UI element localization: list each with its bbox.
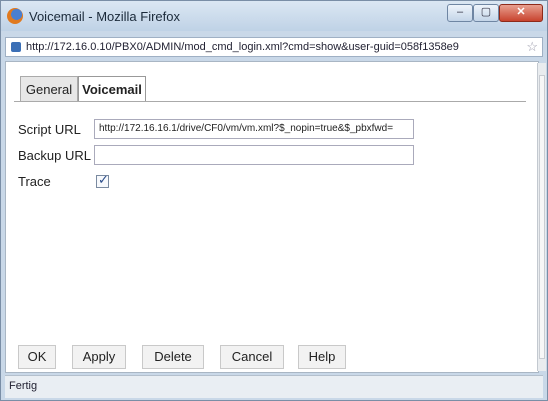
backup-url-label: Backup URL [18,148,91,163]
apply-button[interactable]: Apply [72,345,126,369]
ok-button[interactable]: OK [18,345,56,369]
checkmark-icon: ✓ [98,172,109,187]
cancel-button[interactable]: Cancel [220,345,284,369]
trace-label: Trace [18,174,51,189]
page-icon [11,42,21,52]
script-url-label: Script URL [18,122,81,137]
backup-url-field[interactable] [94,145,414,165]
delete-button[interactable]: Delete [142,345,204,369]
script-url-field[interactable]: http://172.16.16.1/drive/CF0/vm/vm.xml?$… [94,119,414,139]
firefox-window: Voicemail - Mozilla Firefox – ▢ ✕ http:/… [0,0,548,401]
star-icon[interactable]: ☆ [526,39,538,55]
trace-checkbox[interactable]: ✓ [96,172,109,188]
maximize-button[interactable]: ▢ [473,4,499,22]
help-button[interactable]: Help [298,345,346,369]
tab-general[interactable]: General [20,76,78,102]
tab-divider [14,101,526,102]
status-bar: Fertig [5,375,543,398]
tab-voicemail[interactable]: Voicemail [78,76,146,102]
window-title: Voicemail - Mozilla Firefox [29,9,180,24]
address-url[interactable]: http://172.16.0.10/PBX0/ADMIN/mod_cmd_lo… [26,41,526,53]
close-button[interactable]: ✕ [499,4,543,22]
title-bar: Voicemail - Mozilla Firefox – ▢ ✕ [1,1,547,31]
vertical-scrollbar[interactable] [537,63,546,371]
firefox-icon [7,8,23,24]
page-content: General Voicemail Script URL http://172.… [5,61,539,373]
scrollbar-thumb[interactable] [539,75,545,359]
address-bar[interactable]: http://172.16.0.10/PBX0/ADMIN/mod_cmd_lo… [5,37,543,57]
minimize-button[interactable]: – [447,4,473,22]
status-text: Fertig [9,380,38,392]
